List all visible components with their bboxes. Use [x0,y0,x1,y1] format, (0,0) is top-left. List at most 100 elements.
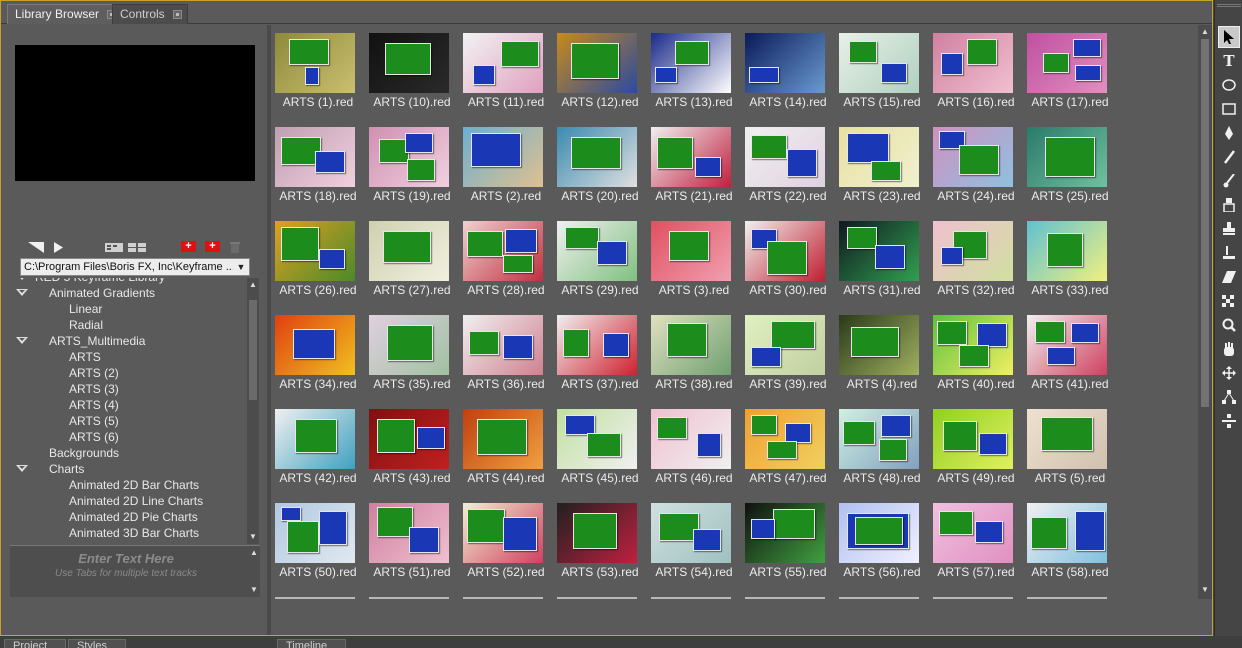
thumbnail-item[interactable]: ARTS (10).red [365,25,455,115]
expand-toggle-icon[interactable] [16,465,28,473]
clone-tool-icon[interactable] [1218,194,1240,216]
thumbnail-item[interactable]: ARTS (49).red [929,401,1019,491]
scroll-up-icon[interactable]: ▲ [1200,27,1210,37]
expand-toggle-icon[interactable] [16,337,28,345]
select-tool-icon[interactable] [1218,26,1240,48]
add-item-icon[interactable]: + [205,241,220,252]
toolbar-grip[interactable] [1217,4,1241,7]
thumbnail-item[interactable]: ARTS (53).red [553,495,643,585]
thumbnail-item[interactable]: ARTS (29).red [553,213,643,303]
thumbnail-item[interactable]: ARTS (17).red [1023,25,1113,115]
scroll-down-icon[interactable]: ▼ [248,532,258,542]
thumbnail-item[interactable]: ARTS (12).red [553,25,643,115]
thumbnail-item[interactable]: ARTS (39).red [741,307,831,397]
thumbnail-item[interactable]: ARTS (40).red [929,307,1019,397]
text-entry-area[interactable]: Enter Text Here Use Tabs for multiple te… [10,545,260,597]
tab-controls[interactable]: Controls [112,4,188,24]
thumbnail-item-partial[interactable] [745,597,825,599]
thumbnail-item-partial[interactable] [463,597,543,599]
node-tool-icon[interactable] [1218,386,1240,408]
thumbnail-item[interactable]: ARTS (38).red [647,307,737,397]
thumbnail-item[interactable]: ARTS (2).red [459,119,549,209]
fill-tool-icon[interactable] [1218,242,1240,264]
thumbnail-item[interactable]: ARTS (30).red [741,213,831,303]
expand-toggle-icon[interactable] [16,289,28,297]
thumbnail-item[interactable]: ARTS (41).red [1023,307,1113,397]
grid-scrollbar-thumb[interactable] [1201,39,1209,407]
tree-scrollbar[interactable]: ▲ ▼ [247,278,259,544]
checker-tool-icon[interactable] [1218,290,1240,312]
thumbnail-item-partial[interactable] [275,597,355,599]
thumbnail-item[interactable]: ARTS (24).red [929,119,1019,209]
tab-menu-icon[interactable] [172,10,182,19]
tab-library-browser[interactable]: Library Browser [7,4,123,24]
add-folder-icon[interactable] [105,241,123,253]
thumbnail-item[interactable]: ARTS (28).red [459,213,549,303]
thumbnail-item[interactable]: ARTS (18).red [271,119,361,209]
hand-tool-icon[interactable] [1218,338,1240,360]
scroll-up-icon[interactable]: ▲ [249,548,259,558]
thumbnail-item[interactable]: ARTS (45).red [553,401,643,491]
scroll-up-icon[interactable]: ▲ [248,280,258,290]
brush-tool-icon[interactable] [1218,170,1240,192]
trash-icon[interactable] [230,241,240,253]
thumbnail-item[interactable]: ARTS (50).red [271,495,361,585]
thumbnail-item[interactable]: ARTS (16).red [929,25,1019,115]
thumbnail-item[interactable]: ARTS (23).red [835,119,925,209]
thumbnail-item-partial[interactable] [933,597,1013,599]
thumbnail-item-partial[interactable] [651,597,731,599]
thumbnail-item[interactable]: ARTS (57).red [929,495,1019,585]
thumbnail-item[interactable]: ARTS (31).red [835,213,925,303]
play-icon[interactable] [54,241,63,253]
thumbnail-item[interactable]: ARTS (51).red [365,495,455,585]
thumbnail-item[interactable]: ARTS (46).red [647,401,737,491]
thumbnail-item-partial[interactable] [1027,597,1107,599]
text-scrollbar[interactable]: ▲ ▼ [248,548,258,596]
ellipse-tool-icon[interactable] [1218,74,1240,96]
thumbnail-item-partial[interactable] [557,597,637,599]
thumbnail-item[interactable]: ARTS (1).red [271,25,361,115]
thumbnail-item[interactable]: ARTS (13).red [647,25,737,115]
thumbnail-item[interactable]: ARTS (5).red [1023,401,1113,491]
thumbnail-item[interactable]: ARTS (35).red [365,307,455,397]
thumbnail-item[interactable]: ARTS (19).red [365,119,455,209]
thumbnail-item[interactable]: ARTS (43).red [365,401,455,491]
tab-styles[interactable]: Styles [68,639,126,648]
zoom-tool-icon[interactable] [1218,314,1240,336]
thumbnail-item[interactable]: ARTS (37).red [553,307,643,397]
thumbnail-item[interactable]: ARTS (42).red [271,401,361,491]
stamp-tool-icon[interactable] [1218,218,1240,240]
thumbnail-item[interactable]: ARTS (22).red [741,119,831,209]
thumbnail-item[interactable]: ARTS (34).red [271,307,361,397]
thumbnail-item[interactable]: ARTS (44).red [459,401,549,491]
rewind-icon[interactable] [28,241,44,253]
tab-project[interactable]: Project [4,639,67,648]
thumbnail-item[interactable]: ARTS (26).red [271,213,361,303]
thumbnail-item[interactable]: ARTS (56).red [835,495,925,585]
thumbnail-item[interactable]: ARTS (4).red [835,307,925,397]
thumbnail-item[interactable]: ARTS (21).red [647,119,737,209]
pen-tool-icon[interactable] [1218,122,1240,144]
grid-scrollbar[interactable]: ▲ ▼ [1198,25,1212,599]
thumbnail-item[interactable]: ARTS (52).red [459,495,549,585]
expand-toggle-icon[interactable] [16,278,28,281]
thumbnail-item[interactable]: ARTS (47).red [741,401,831,491]
eraser-tool-icon[interactable] [1218,266,1240,288]
library-path-dropdown[interactable]: C:\Program Files\Boris FX, Inc\Keyframe … [20,258,250,276]
rectangle-tool-icon[interactable] [1218,98,1240,120]
scroll-down-icon[interactable]: ▼ [249,585,259,595]
thumbnail-item[interactable]: ARTS (33).red [1023,213,1113,303]
thumbnail-item[interactable]: ARTS (48).red [835,401,925,491]
thumbnail-item[interactable]: ARTS (14).red [741,25,831,115]
thumbnail-item[interactable]: ARTS (25).red [1023,119,1113,209]
thumbnail-item-partial[interactable] [839,597,919,599]
thumbnail-item[interactable]: ARTS (36).red [459,307,549,397]
thumbnail-item-partial[interactable] [369,597,449,599]
tab-timeline[interactable]: Timeline [277,639,347,648]
pencil-tool-icon[interactable] [1218,146,1240,168]
move-tool-icon[interactable] [1218,362,1240,384]
tree-scrollbar-thumb[interactable] [249,300,257,400]
thumbnail-item[interactable]: ARTS (55).red [741,495,831,585]
thumbnail-item[interactable]: ARTS (54).red [647,495,737,585]
thumbnail-item[interactable]: ARTS (58).red [1023,495,1113,585]
